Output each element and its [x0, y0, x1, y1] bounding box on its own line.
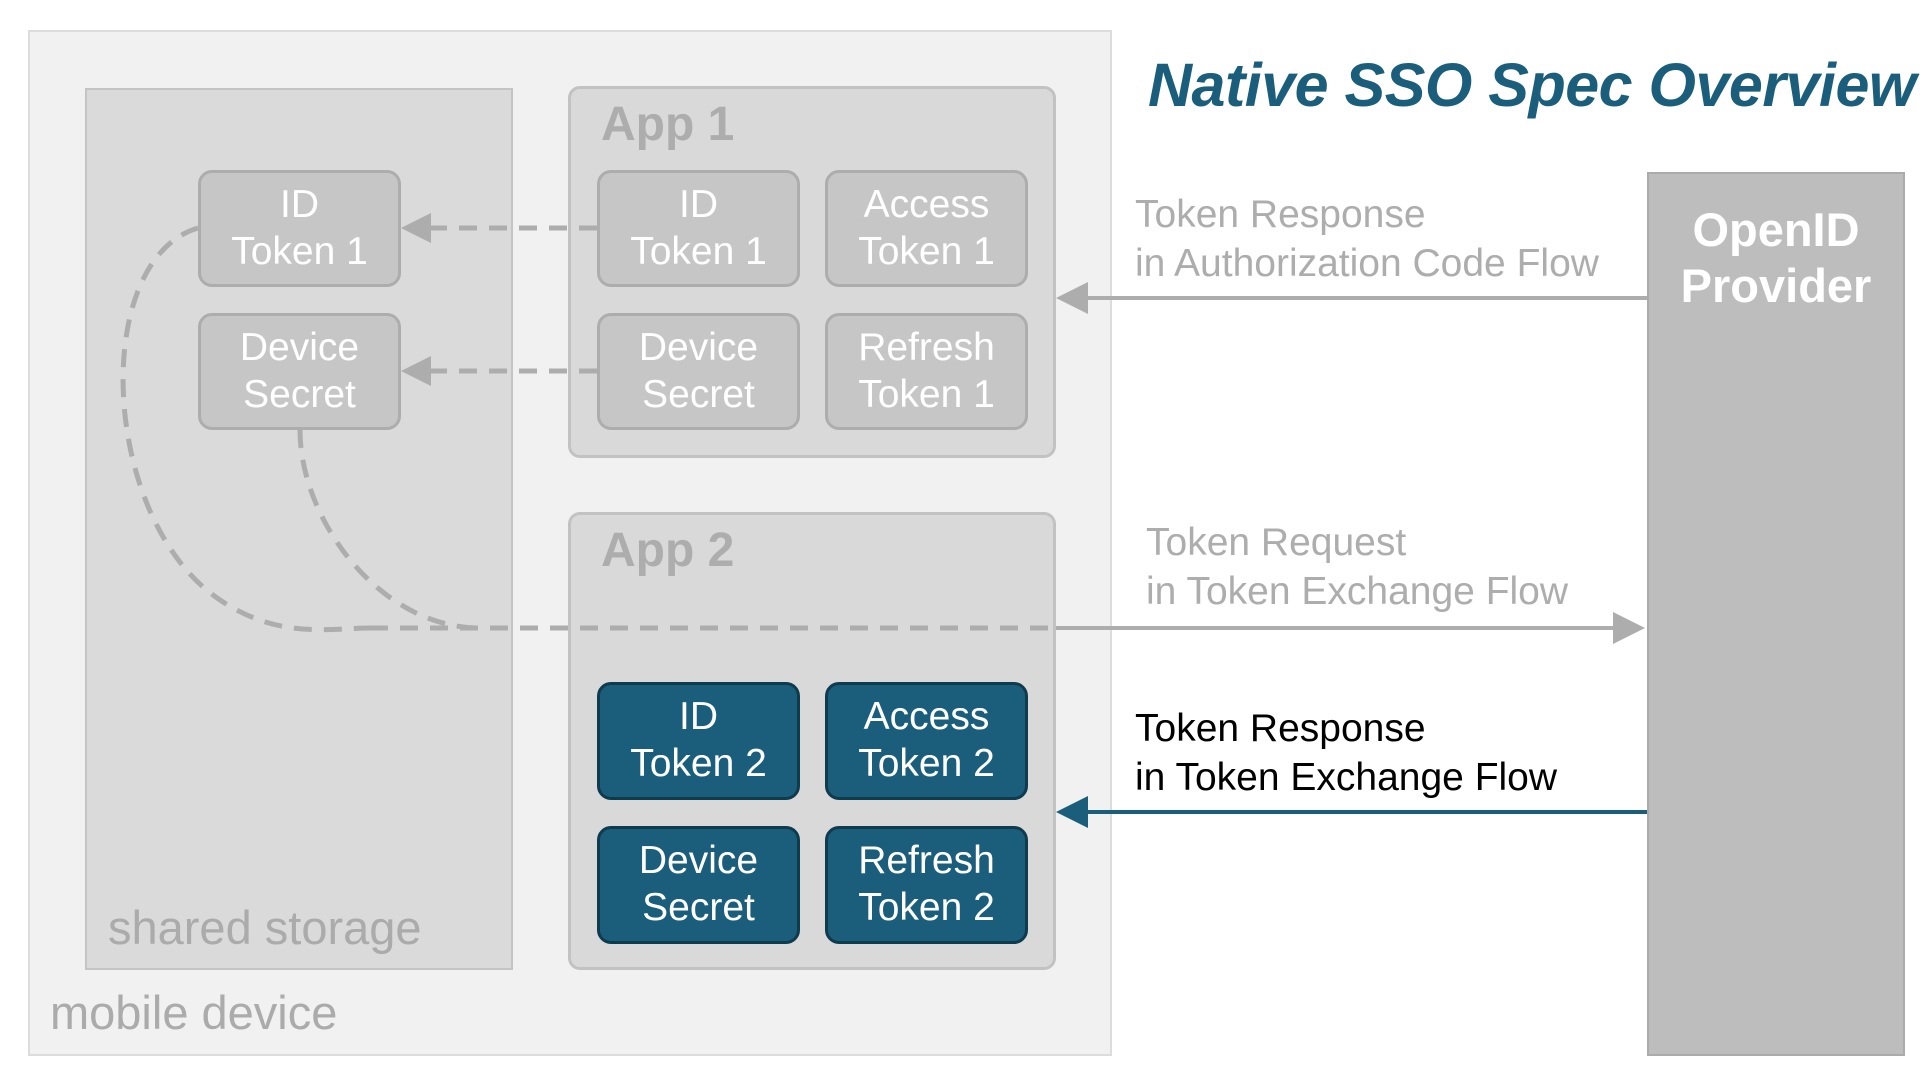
copy-device-secret-arrow — [401, 356, 597, 386]
token-request-arrow — [370, 612, 1645, 644]
id-token-request-curve — [120, 225, 371, 633]
connector-layer — [120, 213, 1647, 828]
auth-code-response-arrow — [1056, 282, 1647, 314]
device-secret-request-curve — [297, 429, 481, 631]
copy-id-token-arrow — [401, 213, 597, 243]
exchange-response-arrow — [1056, 796, 1647, 828]
